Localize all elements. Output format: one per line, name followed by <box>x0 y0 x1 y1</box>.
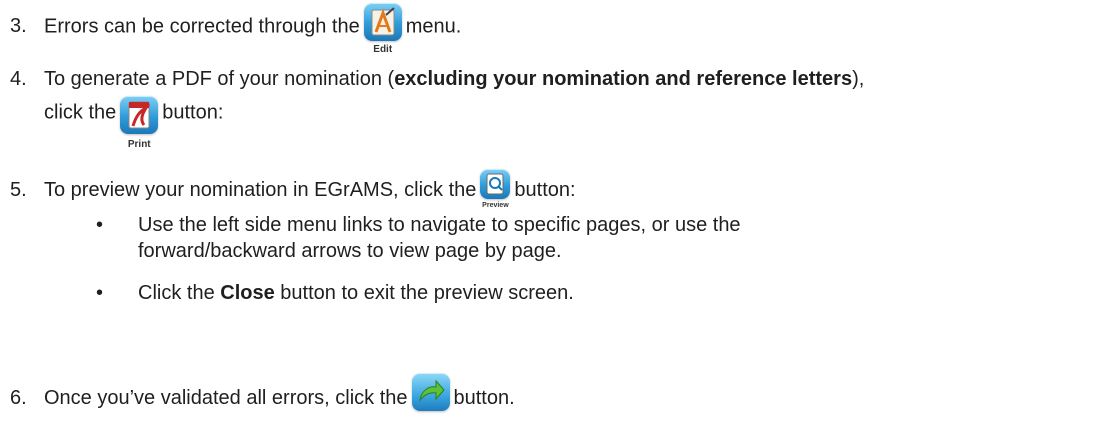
step-5: 5. To preview your nomination in EGrAMS, … <box>10 168 576 209</box>
instruction-document: 3. Errors can be corrected through the Ed… <box>0 0 1114 432</box>
print-icon[interactable]: Print <box>120 92 159 150</box>
step-5-bullets: • Use the left side menu links to naviga… <box>90 212 741 306</box>
list-item: • Use the left side menu links to naviga… <box>96 214 741 262</box>
print-caption: Print <box>127 139 151 150</box>
preview-caption: Preview <box>482 201 509 209</box>
step-text: Once you’ve validated all errors, click … <box>44 372 515 411</box>
step-text: To generate a PDF of your nomination (ex… <box>44 68 865 150</box>
submit-arrow-icon[interactable] <box>411 372 450 411</box>
step-number: 4. <box>10 68 27 90</box>
step-text: Errors can be corrected through the Edit… <box>44 3 461 55</box>
step-4: 4. To generate a PDF of your nomination (… <box>10 66 865 150</box>
bullet-icon: • <box>96 282 104 304</box>
step-6: 6. Once you’ve validated all errors, clic… <box>10 372 515 411</box>
step-number: 3. <box>10 15 27 37</box>
edit-caption: Edit <box>373 44 393 55</box>
bullet-icon: • <box>96 214 104 236</box>
list-item: • Click the Close button to exit the pre… <box>96 282 574 304</box>
close-label: Close <box>220 282 275 304</box>
step-number: 5. <box>10 179 27 201</box>
step-number: 6. <box>10 387 27 409</box>
edit-icon[interactable]: Edit <box>363 3 402 55</box>
step-text: To preview your nomination in EGrAMS, cl… <box>44 168 576 209</box>
preview-icon[interactable]: Preview <box>480 168 511 209</box>
step-3: 3. Errors can be corrected through the Ed… <box>10 3 461 55</box>
